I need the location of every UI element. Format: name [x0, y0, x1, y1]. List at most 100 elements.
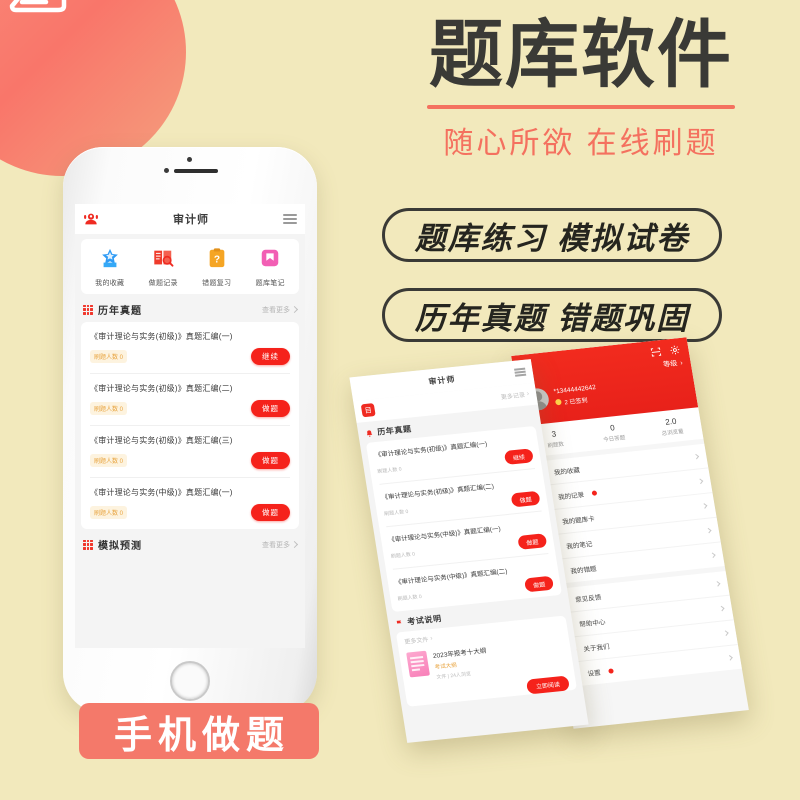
proximity-sensor-icon — [164, 168, 169, 173]
quick-action-label: 做题记录 — [148, 280, 178, 287]
question-clipboard-icon: ? — [209, 248, 225, 268]
profile-checkin-label: 2 已签到 — [564, 397, 589, 406]
feature-pill-1: 题库练习 模拟试卷 — [382, 208, 722, 262]
hero-subtitle: 随心所欲 在线刷题 — [443, 126, 719, 160]
screenshot-list: 《审计理论与实务(初级)》真题汇编(一) 刷题人数 0 继续 《审计理论与实务(… — [365, 425, 562, 612]
grid-dots-icon — [83, 304, 93, 315]
item-tag: 刷题人数 0 — [383, 508, 409, 517]
section-more-link[interactable]: 查看更多 — [262, 540, 299, 550]
chevron-right-icon — [290, 540, 299, 549]
chevron-right-icon — [714, 581, 721, 587]
menu-label: 我的错题 — [570, 565, 598, 576]
hamburger-icon[interactable] — [283, 214, 297, 224]
document-icon — [406, 650, 430, 678]
screenshot-section-title: 历年真题 — [376, 424, 413, 437]
quick-action-favorites[interactable]: 我的收藏 — [86, 247, 134, 288]
item-tag: 刷题人数 0 — [376, 466, 402, 475]
note-icon — [262, 249, 279, 267]
star-badge-icon — [101, 248, 118, 268]
item-action-button[interactable]: 继续 — [251, 348, 290, 365]
list-item[interactable]: 《审计理论与实务(中级)》真题汇编(一) 刷题人数 0 做题 — [90, 478, 290, 529]
item-action-button[interactable]: 做题 — [517, 533, 548, 550]
item-action-button[interactable]: 做题 — [251, 452, 290, 469]
list-item[interactable]: 《审计理论与实务(初级)》真题汇编(一) 刷题人数 0 继续 — [90, 322, 290, 374]
hero-block: 题库软件 随心所欲 在线刷题 — [375, 16, 787, 162]
home-button[interactable] — [170, 661, 210, 701]
doc-sub: 文件 | 24人浏览 — [435, 671, 472, 681]
item-meta: 刷题人数 0 做题 — [90, 452, 290, 469]
section-header-mock-exams: 模拟预测 查看更多 — [75, 529, 305, 557]
hamburger-icon[interactable] — [514, 367, 527, 377]
menu-label: 帮助中心 — [578, 619, 607, 629]
item-meta: 刷题人数 0 做题 — [90, 400, 290, 417]
chevron-right-icon — [727, 655, 733, 661]
title-underline — [427, 104, 735, 109]
profile-stat: 0 今日答题 — [582, 420, 644, 445]
chevron-right-icon — [697, 478, 704, 485]
chevron-right-icon — [723, 630, 729, 636]
tilted-screenshots-group: 等级 › *13444442642 2 已签到 3 刷题数 0 今日答题 2.0… — [349, 337, 772, 778]
item-meta: 刷题人数 0 继续 — [90, 348, 290, 365]
menu-label: 设置 — [587, 669, 602, 678]
item-action-button[interactable]: 做题 — [251, 400, 290, 417]
earpiece-speaker — [174, 169, 218, 173]
item-title: 《审计理论与实务(初级)》真题汇编(二) — [90, 384, 233, 393]
section-title: 模拟预测 — [98, 541, 142, 552]
bottom-badge-label: 手机做题 — [113, 714, 290, 757]
app-badge-icon: 目 — [360, 403, 376, 418]
menu-label: 我的题库卡 — [561, 515, 596, 527]
notification-badge — [591, 489, 598, 496]
chevron-right-icon — [709, 552, 716, 559]
quick-action-notes[interactable]: 题库笔记 — [246, 247, 294, 288]
section-more-label: 查看更多 — [262, 541, 290, 549]
item-action-button[interactable]: 继续 — [503, 448, 534, 465]
item-title: 《审计理论与实务(初级)》真题汇编(三) — [90, 436, 233, 445]
past-papers-list: 《审计理论与实务(初级)》真题汇编(一) 刷题人数 0 继续 《审计理论与实务(… — [81, 322, 299, 529]
menu-label: 意见反馈 — [574, 594, 602, 605]
quick-action-label: 错题复习 — [202, 280, 232, 287]
app-navbar: 审计师 — [75, 204, 305, 234]
grid-dots-icon — [83, 539, 93, 550]
profile-checkin[interactable]: 2 已签到 — [554, 393, 599, 406]
doc-read-button[interactable]: 立即阅读 — [525, 675, 571, 695]
svg-text:?: ? — [214, 255, 220, 266]
item-action-button[interactable]: 做题 — [251, 504, 290, 521]
page-title: 题库软件 — [429, 13, 733, 96]
feature-pill-2: 历年真题 错题巩固 — [382, 288, 722, 342]
item-tag: 刷题人数 0 — [90, 350, 128, 363]
stacked-books-icon — [9, 0, 67, 13]
item-tag: 刷题人数 0 — [390, 551, 416, 560]
user-headset-icon[interactable] — [83, 211, 99, 227]
phone-screen: 审计师 我的收藏 做题记录 ? 错题复习 题库笔记 历年真题 查看更多 《审计理… — [75, 204, 305, 648]
chevron-right-icon — [705, 527, 712, 534]
item-action-button[interactable]: 做题 — [523, 575, 555, 593]
gear-icon[interactable] — [669, 344, 682, 356]
quick-action-wrong-questions[interactable]: ? 错题复习 — [193, 247, 241, 288]
phone-mockup: 审计师 我的收藏 做题记录 ? 错题复习 题库笔记 历年真题 查看更多 《审计理… — [63, 147, 317, 713]
item-action-button[interactable]: 做题 — [510, 490, 541, 508]
item-meta: 刷题人数 0 做题 — [90, 504, 290, 521]
scan-icon[interactable] — [650, 346, 663, 358]
item-tag: 刷题人数 0 — [90, 402, 128, 415]
profile-stat: 2.0 总浏览量 — [641, 414, 703, 439]
section-header-past-papers: 历年真题 查看更多 — [75, 294, 305, 322]
bottom-badge: 手机做题 — [79, 703, 319, 759]
item-title: 《审计理论与实务(中级)》真题汇编(一) — [90, 488, 233, 497]
screenshot-doc-card: 更多文件 › 2023年报考十大纲 考试大纲 文件 | 24人浏览 立即阅读 — [395, 615, 578, 707]
list-item[interactable]: 《审计理论与实务(初级)》真题汇编(二) 刷题人数 0 做题 — [90, 374, 290, 426]
front-camera-icon — [187, 157, 192, 162]
screenshot-title: 审计师 — [427, 374, 457, 386]
feature-pill-2-label: 历年真题 错题巩固 — [414, 300, 690, 336]
menu-label: 我的收藏 — [553, 467, 581, 477]
item-title: 《审计理论与实务(初级)》真题汇编(一) — [90, 332, 233, 341]
section-more-link[interactable]: 查看更多 — [262, 305, 299, 315]
screenshot-more-link[interactable]: 更多记录 › — [500, 389, 530, 401]
quick-action-label: 题库笔记 — [255, 280, 285, 287]
menu-label: 关于我们 — [583, 643, 611, 654]
screenshot-more-label: 更多记录 — [500, 392, 526, 402]
flag-icon — [396, 619, 402, 627]
section-title: 历年真题 — [98, 306, 142, 317]
list-item[interactable]: 《审计理论与实务(初级)》真题汇编(三) 刷题人数 0 做题 — [90, 426, 290, 478]
chevron-right-icon — [693, 453, 700, 460]
quick-action-history[interactable]: 做题记录 — [139, 247, 187, 288]
